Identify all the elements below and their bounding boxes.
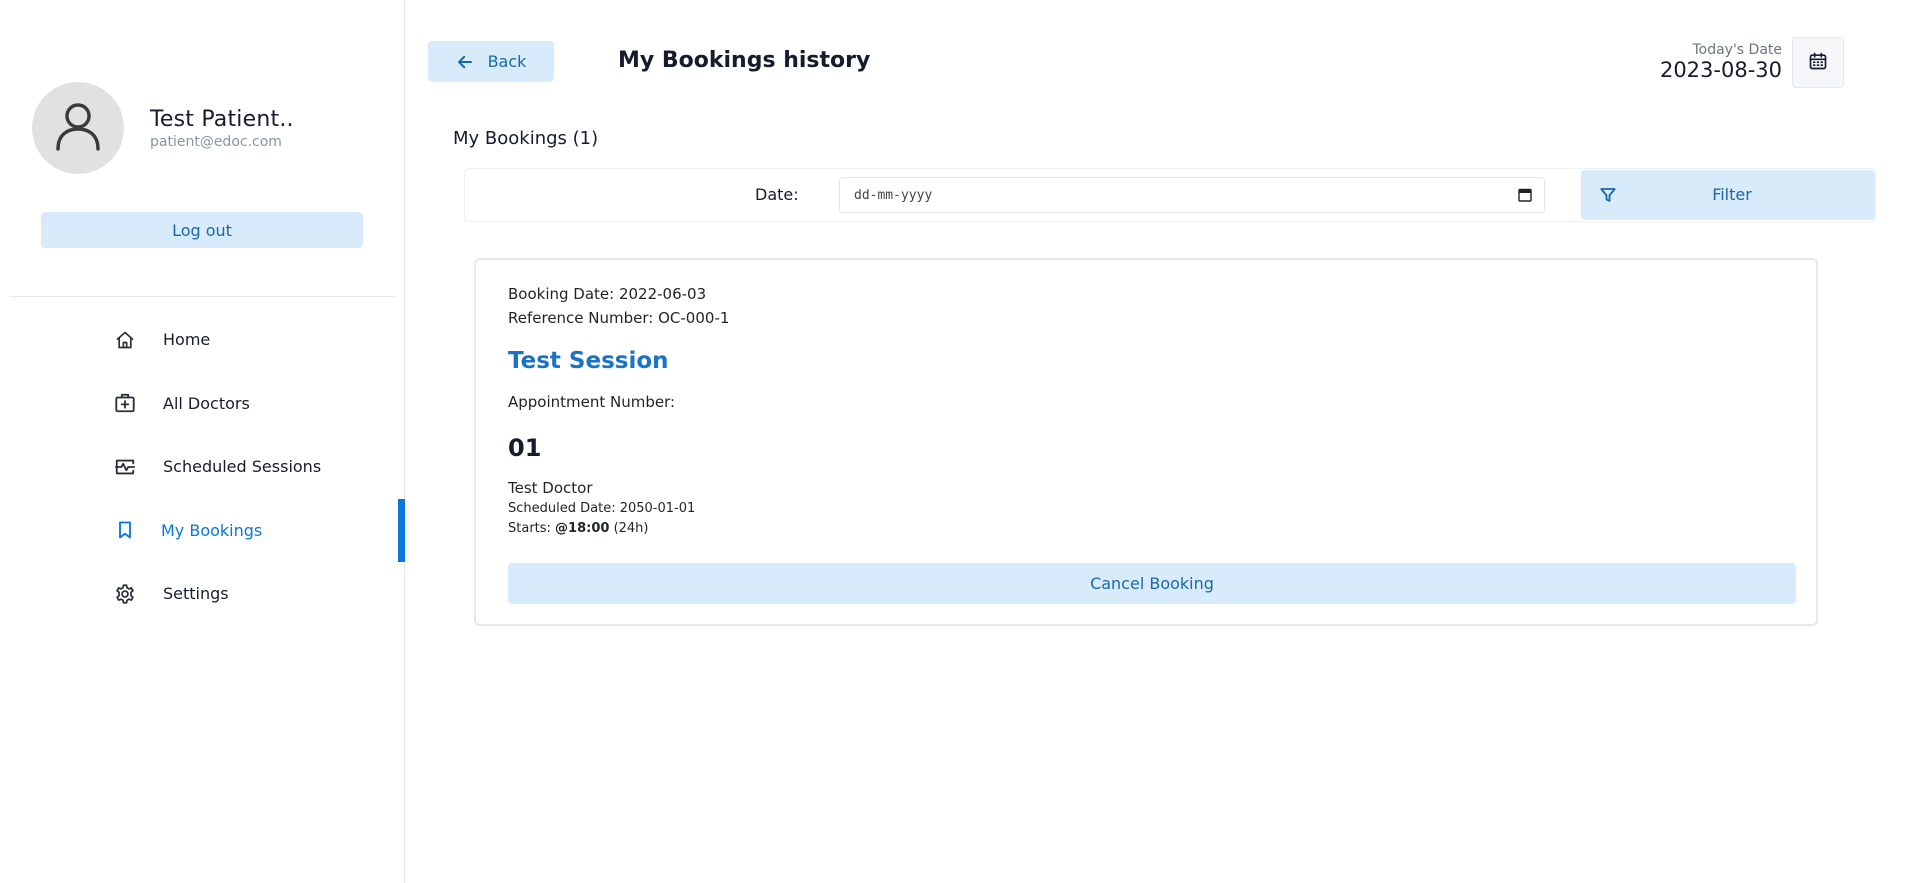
start-time-suffix: (24h): [609, 521, 649, 536]
session-title: Test Session: [508, 348, 669, 374]
start-time-value: @18:00: [555, 521, 610, 536]
date-filter-label: Date:: [755, 185, 799, 204]
doctor-name: Test Doctor: [508, 479, 593, 497]
date-placeholder: dd-mm-yyyy: [854, 187, 933, 203]
medical-bag-icon: [113, 391, 137, 415]
sidebar-item-label: Scheduled Sessions: [163, 457, 322, 477]
filter-button[interactable]: Filter: [1581, 170, 1875, 220]
todays-date-value: 2023-08-30: [1659, 58, 1782, 82]
profile-section: Test Patient.. patient@edoc.com: [32, 82, 294, 174]
booking-meta: Booking Date: 2022-06-03 Reference Numbe…: [508, 282, 729, 330]
reference-number: Reference Number: OC-000-1: [508, 309, 730, 327]
sidebar-item-my-bookings[interactable]: My Bookings: [0, 498, 405, 563]
start-time: Starts: @18:00 (24h): [508, 521, 649, 536]
profile-text: Test Patient.. patient@edoc.com: [150, 107, 294, 150]
user-icon: [51, 99, 105, 157]
arrow-left-icon: [456, 53, 474, 71]
sidebar-item-label: My Bookings: [161, 520, 263, 540]
scheduled-date: Scheduled Date: 2050-01-01: [508, 501, 696, 516]
sidebar-item-settings[interactable]: Settings: [0, 562, 405, 626]
calendar-picker-icon[interactable]: [1518, 188, 1532, 202]
logout-button[interactable]: Log out: [41, 212, 363, 248]
sidebar-item-all-doctors[interactable]: All Doctors: [0, 372, 405, 436]
bookmark-icon: [113, 518, 137, 542]
booking-card: Booking Date: 2022-06-03 Reference Numbe…: [474, 258, 1818, 626]
todays-date: Today's Date 2023-08-30: [1660, 42, 1782, 82]
sidebar-item-scheduled-sessions[interactable]: Scheduled Sessions: [0, 435, 405, 499]
section-title: My Bookings (1): [453, 128, 599, 149]
session-monitor-icon: [113, 455, 137, 479]
sidebar-menu: Home All Doctors Scheduled Sessions My B…: [0, 308, 405, 626]
todays-date-label: Today's Date: [1692, 42, 1782, 58]
sidebar-item-label: Home: [163, 330, 211, 350]
avatar: [32, 82, 124, 174]
date-filter-input[interactable]: dd-mm-yyyy: [839, 177, 1545, 213]
page-title: My Bookings history: [618, 48, 871, 73]
start-time-prefix: Starts:: [508, 521, 556, 536]
sidebar-divider: [10, 296, 395, 297]
back-button[interactable]: Back: [428, 41, 554, 82]
sidebar-item-home[interactable]: Home: [0, 308, 405, 372]
calendar-icon: [1808, 51, 1828, 75]
profile-email: patient@edoc.com: [150, 133, 282, 150]
sidebar-item-label: All Doctors: [163, 393, 250, 413]
appointment-number: 01: [508, 434, 542, 462]
home-icon: [113, 328, 137, 352]
appointment-number-label: Appointment Number:: [508, 393, 676, 411]
booking-date: Booking Date: 2022-06-03: [508, 285, 707, 303]
cancel-booking-button[interactable]: Cancel Booking: [508, 563, 1796, 604]
calendar-button[interactable]: [1792, 37, 1844, 88]
filter-bar: Date: dd-mm-yyyy Filter: [464, 168, 1876, 222]
filter-button-label: Filter: [1712, 185, 1752, 204]
profile-name: Test Patient..: [150, 106, 294, 132]
sidebar-item-label: Settings: [163, 584, 229, 604]
gear-icon: [113, 582, 137, 606]
back-button-label: Back: [487, 52, 527, 71]
sidebar: Test Patient.. patient@edoc.com Log out …: [0, 0, 405, 883]
